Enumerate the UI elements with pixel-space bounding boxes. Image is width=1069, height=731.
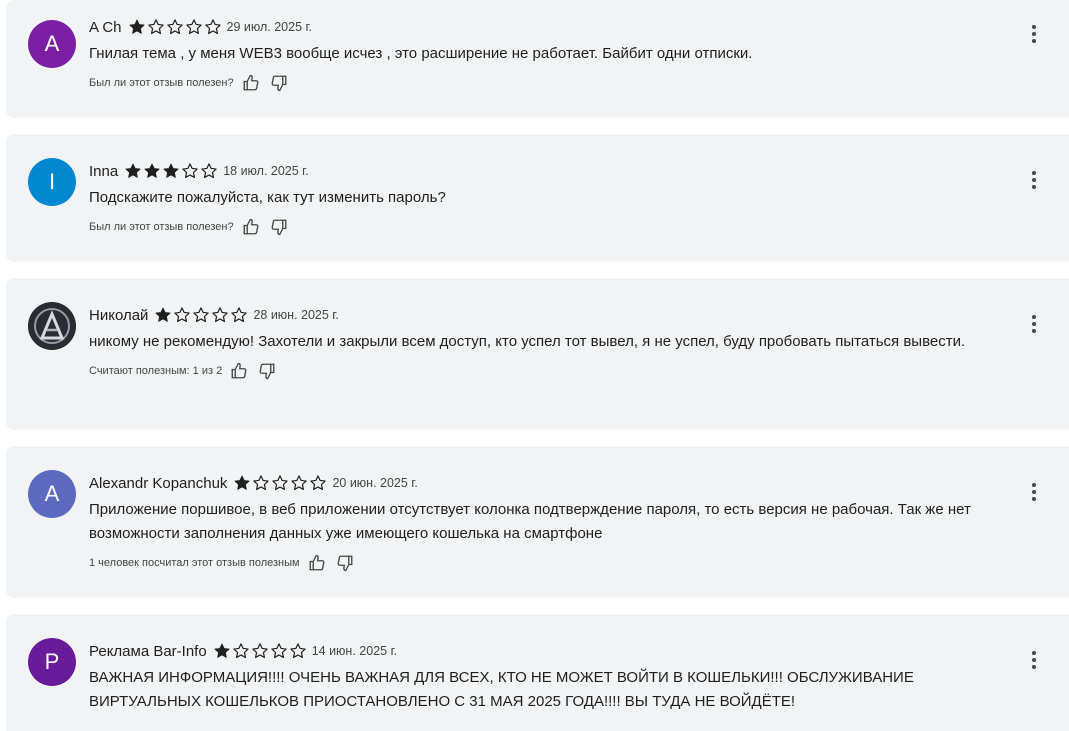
review-author: Inna <box>89 162 119 180</box>
avatar: A <box>28 470 76 518</box>
star-filled-icon <box>163 163 179 178</box>
star-outline-icon <box>270 643 287 659</box>
star-outline-icon <box>174 307 191 323</box>
review-card: A A Ch 29 июл. 2025 г. Гнилая тема , у м… <box>6 0 1069 118</box>
review-author: Николай <box>89 306 149 324</box>
helpful-row: Считают полезным: 1 из 2 <box>89 358 979 384</box>
helpful-question: Считают полезным: 1 из 2 <box>89 365 223 377</box>
review-date: 20 июн. 2025 г. <box>332 476 418 490</box>
avatar-image <box>28 302 76 350</box>
review-text: Подскажите пожалуйста, как тут изменить … <box>89 189 446 206</box>
star-outline-icon <box>231 307 248 323</box>
rating-stars <box>233 474 328 492</box>
review-card: P Реклама Bar-Info 14 июн. 2025 г. ВАЖНА… <box>6 614 1069 731</box>
review-author: Реклама Bar-Info <box>89 642 207 660</box>
star-outline-icon <box>251 643 268 659</box>
star-outline-icon <box>291 475 308 491</box>
more-vert-icon[interactable] <box>1029 648 1039 672</box>
rating-stars <box>154 306 249 324</box>
review-author: A Ch <box>89 18 122 36</box>
thumb-up-icon[interactable] <box>230 362 248 380</box>
thumb-up-icon[interactable] <box>308 554 326 572</box>
avatar: I <box>28 158 76 206</box>
review-card: Николай 28 июн. 2025 г. никому не рекоме… <box>6 278 1069 430</box>
review-card: I Inna 18 июл. 2025 г. Подскажите пожалу… <box>6 134 1069 262</box>
star-filled-icon <box>234 475 250 490</box>
star-filled-icon <box>214 643 230 658</box>
star-outline-icon <box>182 163 198 179</box>
review-content: Alexandr Kopanchuk 20 июн. 2025 г. Прило… <box>89 472 979 576</box>
rating-stars <box>213 642 308 660</box>
review-date: 14 июн. 2025 г. <box>311 644 398 658</box>
thumb-down-icon[interactable] <box>270 218 288 236</box>
helpful-row: Был ли этот отзыв полезен? <box>89 214 979 240</box>
more-vert-icon[interactable] <box>1029 480 1039 504</box>
helpful-question: Был ли этот отзыв полезен? <box>89 77 234 89</box>
review-content: A Ch 29 июл. 2025 г. Гнилая тема , у мен… <box>89 16 979 96</box>
star-filled-icon <box>129 19 145 34</box>
thumb-down-icon[interactable] <box>258 362 276 380</box>
star-filled-icon <box>155 307 171 322</box>
star-outline-icon <box>193 307 210 323</box>
star-outline-icon <box>147 19 164 35</box>
helpful-row: Был ли этот отзыв полезен? <box>89 70 979 96</box>
rating-stars <box>128 18 223 36</box>
star-filled-icon <box>125 163 141 178</box>
star-filled-icon <box>144 163 160 178</box>
star-outline-icon <box>185 19 202 35</box>
avatar: P <box>28 638 76 686</box>
review-content: Inna 18 июл. 2025 г. Подскажите пожалуйс… <box>89 160 979 240</box>
star-outline-icon <box>289 643 306 659</box>
helpful-row: 1 человек посчитал этот отзыв полезным <box>89 550 979 576</box>
star-outline-icon <box>212 307 229 323</box>
review-content: Реклама Bar-Info 14 июн. 2025 г. ВАЖНАЯ … <box>89 640 979 714</box>
review-content: Николай 28 июн. 2025 г. никому не рекоме… <box>89 304 979 384</box>
review-text: Приложение поршивое, в веб приложении от… <box>89 501 971 542</box>
review-date: 18 июл. 2025 г. <box>223 164 309 178</box>
rating-stars <box>124 162 219 180</box>
star-outline-icon <box>204 19 221 35</box>
star-outline-icon <box>310 475 327 491</box>
star-outline-icon <box>232 643 249 659</box>
star-outline-icon <box>272 475 289 491</box>
more-vert-icon[interactable] <box>1029 22 1039 46</box>
avatar <box>28 302 76 350</box>
star-outline-icon <box>201 163 217 179</box>
star-outline-icon <box>166 19 183 35</box>
review-card: A Alexandr Kopanchuk 20 июн. 2025 г. При… <box>6 446 1069 598</box>
thumb-up-icon[interactable] <box>242 218 260 236</box>
review-text: ВАЖНАЯ ИНФОРМАЦИЯ!!!! ОЧЕНЬ ВАЖНАЯ ДЛЯ В… <box>89 669 914 710</box>
review-date: 28 июн. 2025 г. <box>253 308 339 322</box>
review-text: Гнилая тема , у меня WEB3 вообще исчез ,… <box>89 45 753 62</box>
review-author: Alexandr Kopanchuk <box>89 474 228 492</box>
thumb-up-icon[interactable] <box>242 74 260 92</box>
thumb-down-icon[interactable] <box>336 554 354 572</box>
helpful-question: 1 человек посчитал этот отзыв полезным <box>89 557 300 569</box>
star-outline-icon <box>253 475 270 491</box>
review-text: никому не рекомендую! Захотели и закрыли… <box>89 333 966 350</box>
helpful-question: Был ли этот отзыв полезен? <box>89 221 234 233</box>
review-date: 29 июл. 2025 г. <box>226 20 313 34</box>
avatar: A <box>28 20 76 68</box>
more-vert-icon[interactable] <box>1029 312 1039 336</box>
more-vert-icon[interactable] <box>1029 168 1039 192</box>
thumb-down-icon[interactable] <box>270 74 288 92</box>
